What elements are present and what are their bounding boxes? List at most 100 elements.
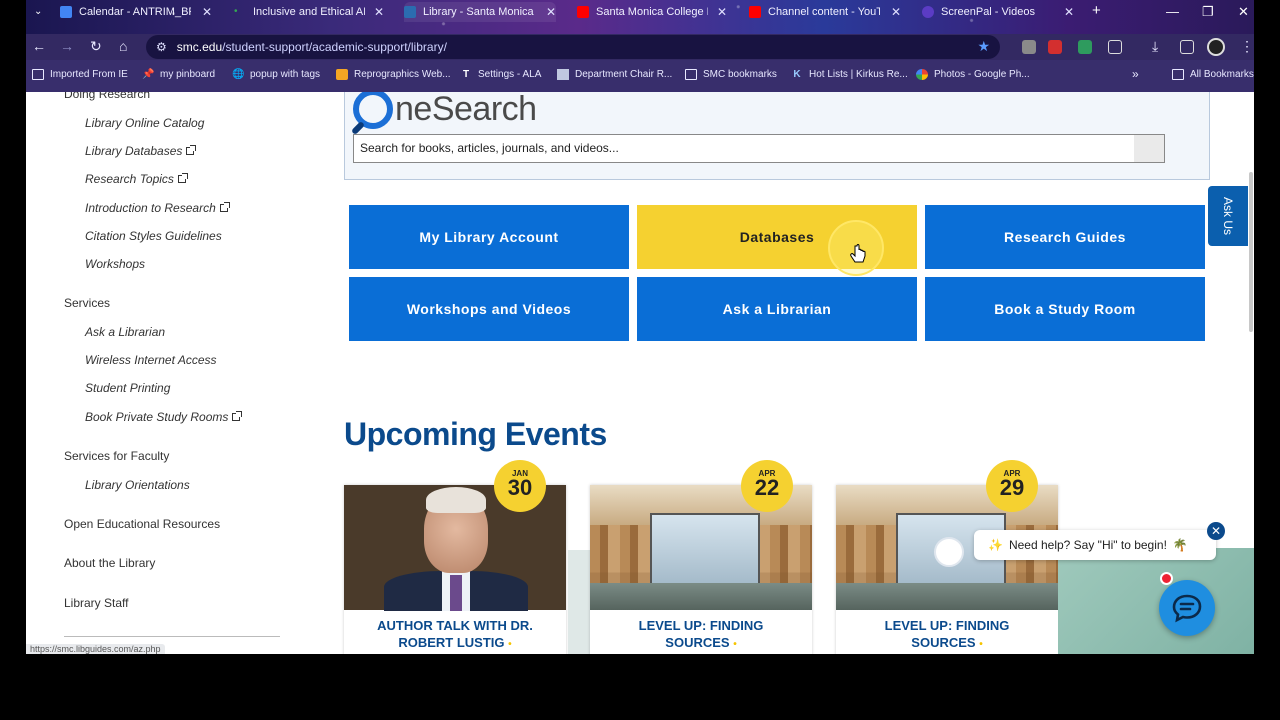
home-icon[interactable]: ⌂ [119,38,127,54]
new-tab-icon[interactable]: + [1092,2,1101,19]
tab-inclusive-ai[interactable]: • Inclusive and Ethical AI for ✕ [234,2,384,22]
sidebar-item-catalog[interactable]: Library Online Catalog [85,116,204,130]
bookmark-smc[interactable]: SMC bookmarks [685,69,777,80]
screen: ⌄ Calendar - ANTRIM_BREN ✕ • Inclusive a… [26,0,1254,654]
close-tab-icon[interactable]: ✕ [202,5,212,19]
extension-icon[interactable] [1022,40,1036,54]
bookmark-reprographics[interactable]: Reprographics Web... [336,69,451,80]
chat-launcher-button[interactable] [1159,580,1215,636]
extensions-puzzle-icon[interactable] [1108,40,1122,54]
close-tab-icon[interactable]: ✕ [891,5,901,19]
sidebar-services[interactable]: Services [64,296,110,310]
bookmark-kirkus[interactable]: K Hot Lists | Kirkus Re... [791,69,907,80]
back-icon[interactable]: ← [32,38,46,54]
site-info-icon[interactable]: ⚙ [156,40,167,54]
chat-greeting[interactable]: ✨ Need help? Say "Hi" to begin! 🌴 [974,530,1216,560]
dot-icon: • [979,639,983,650]
tile-book-study-room[interactable]: Book a Study Room [925,277,1205,341]
all-bookmarks[interactable]: All Bookmarks [1172,69,1254,80]
t-icon: T [462,69,470,80]
tile-my-library-account[interactable]: My Library Account [349,205,629,269]
event-title[interactable]: AUTHOR TALK WITH DR. ROBERT LUSTIG • [344,617,566,653]
event-title[interactable]: LEVEL UP: FINDING SOURCES • [590,617,812,653]
web-page: Doing Research Library Online Catalog Li… [26,92,1254,654]
sidebar-about[interactable]: About the Library [64,556,155,570]
hand-cursor-icon [850,244,866,263]
bookmark-dept-chair[interactable]: Department Chair R... [557,69,672,80]
window-close-icon[interactable]: ✕ [1238,4,1249,20]
close-tab-icon[interactable]: ✕ [717,5,727,19]
sidebar-item-orientations[interactable]: Library Orientations [85,478,190,492]
address-bar[interactable]: ⚙ smc.edu/student-support/academic-suppo… [146,35,1000,59]
ask-us-tab[interactable]: Ask Us [1208,186,1248,246]
close-tab-icon[interactable]: ✕ [374,5,384,19]
pin-icon: 📌 [142,69,155,80]
chat-backdrop [1058,548,1254,654]
sidebar-faculty[interactable]: Services for Faculty [64,449,169,463]
sidebar-item-workshops[interactable]: Workshops [85,257,145,271]
folder-icon [32,69,44,80]
pdf-extension-icon[interactable] [1048,40,1062,54]
menu-dots-icon[interactable]: ⋮ [1240,38,1254,55]
more-bookmarks-icon[interactable]: » [1132,67,1139,81]
tab-smc-library-youtube[interactable]: Santa Monica College Libr ✕ [577,2,727,22]
bookmark-photos[interactable]: Photos - Google Ph... [916,69,1030,80]
sidebar-item-citation[interactable]: Citation Styles Guidelines [85,229,222,243]
side-panel-icon[interactable] [1180,40,1194,54]
tab-search-icon[interactable]: ⌄ [34,6,42,17]
tab-calendar[interactable]: Calendar - ANTRIM_BREN ✕ [60,2,212,22]
bookmark-settings-ala[interactable]: T Settings - ALA [460,69,541,80]
sidebar-item-ask-librarian[interactable]: Ask a Librarian [85,325,165,339]
event-title[interactable]: LEVEL UP: FINDING SOURCES • [836,617,1058,653]
forward-icon[interactable]: → [60,38,74,54]
sidebar-doing-research[interactable]: Doing Research [64,92,150,101]
tab-channel-content[interactable]: Channel content - YouTub ✕ [749,2,901,22]
minimize-icon[interactable]: — [1166,4,1179,19]
event-date-badge: APR 29 [986,460,1038,512]
youtube-icon [749,6,761,18]
event-card-level-up-2[interactable]: LEVEL UP: FINDING SOURCES • [836,485,1058,654]
download-icon[interactable]: ⤓ [1152,38,1158,55]
bookmark-star-icon[interactable]: ★ [977,38,990,55]
chat-close-button[interactable]: ✕ [1207,522,1225,540]
sidebar-item-printing[interactable]: Student Printing [85,381,170,395]
sidebar-oer[interactable]: Open Educational Resources [64,517,220,531]
sidebar-item-study-rooms[interactable]: Book Private Study Rooms [85,410,243,424]
tile-workshops-videos[interactable]: Workshops and Videos [349,277,629,341]
external-link-icon [177,173,188,183]
magnifier-o-icon [353,92,393,129]
tile-ask-librarian[interactable]: Ask a Librarian [637,277,917,341]
scrollbar[interactable] [1249,172,1253,332]
extension-icon[interactable] [1078,40,1092,54]
calendar-icon [60,6,72,18]
event-card-author-talk[interactable]: AUTHOR TALK WITH DR. ROBERT LUSTIG • [344,485,566,654]
smc-icon [404,6,416,18]
bookmark-popup-tags[interactable]: 🌐 popup with tags [232,69,320,80]
close-tab-icon[interactable]: ✕ [546,5,556,19]
notification-dot [1160,572,1173,585]
event-card-level-up-1[interactable]: LEVEL UP: FINDING SOURCES • [590,485,812,654]
sidebar-item-research-topics[interactable]: Research Topics [85,172,188,186]
profile-avatar[interactable] [1207,38,1225,56]
close-tab-icon[interactable]: ✕ [1064,5,1074,19]
sidebar-staff[interactable]: Library Staff [64,596,128,610]
reprographics-icon [336,69,348,80]
reload-icon[interactable]: ↻ [90,38,102,55]
bookmark-imported[interactable]: Imported From IE [32,69,128,80]
tab-screenpal[interactable]: ScreenPal - Videos ✕ [922,2,1074,22]
dot-icon: • [234,6,238,17]
dot-icon: • [733,639,737,650]
onesearch-input[interactable]: Search for books, articles, journals, an… [353,134,1165,163]
tile-research-guides[interactable]: Research Guides [925,205,1205,269]
restore-icon[interactable]: ❐ [1202,4,1214,20]
youtube-icon [577,6,589,18]
tab-library-active[interactable]: Library - Santa Monica Col ✕ [404,2,556,22]
sidebar-item-wireless[interactable]: Wireless Internet Access [85,353,217,367]
sidebar-item-databases[interactable]: Library Databases [85,144,197,158]
external-link-icon [219,202,230,212]
folder-icon [685,69,697,80]
sidebar-item-intro-research[interactable]: Introduction to Research [85,201,230,215]
bookmark-pinboard[interactable]: 📌 my pinboard [142,69,215,80]
search-button[interactable] [1134,135,1164,162]
events-heading: Upcoming Events [344,416,607,452]
